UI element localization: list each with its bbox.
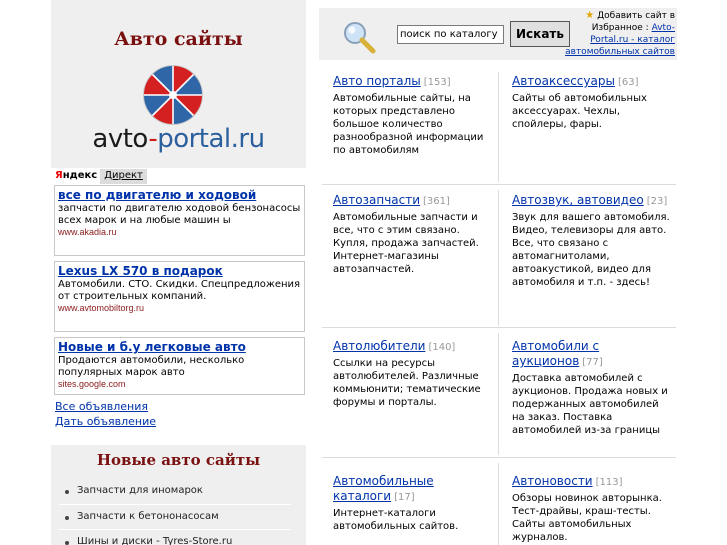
category-count: [23] <box>646 196 668 207</box>
ad-block: все по двигателю и ходовой запчасти по д… <box>54 185 305 256</box>
ad-text: запчасти по двигателю ходовой бензонасос… <box>58 203 301 226</box>
new-site-label: Запчасти для иномарок <box>77 485 203 496</box>
add-favorites-box: ★ Добавить сайт в Избранное : Avto-Porta… <box>560 10 675 58</box>
new-site-item[interactable]: Шины и диски - Tyres-Store.ru <box>59 529 291 545</box>
ad-tabs: Яндекс Директ <box>54 169 147 184</box>
magnifier-icon <box>344 22 376 54</box>
tab-yandex-letter: Я <box>55 170 63 181</box>
category-count: [361] <box>423 196 450 207</box>
category-count: [77] <box>582 357 603 368</box>
divider <box>498 190 499 326</box>
logo-text: avto-portal.ru <box>51 124 306 154</box>
category-count: [17] <box>394 492 415 503</box>
category-item: Автозвук, автовидео [23] Звук для вашего … <box>512 193 672 289</box>
divider <box>322 457 676 458</box>
category-item: Автоаксессуары [63] Сайты об автомобильны… <box>512 74 672 131</box>
category-description: Сайты об автомобильных аксессуарах. Чехл… <box>512 93 647 130</box>
category-count: [153] <box>423 77 451 88</box>
star-icon: ★ <box>585 10 595 21</box>
category-link[interactable]: Автоаксессуары <box>512 74 615 88</box>
site-title: Авто сайты <box>114 28 243 50</box>
category-count: [140] <box>428 342 456 353</box>
divider <box>498 72 499 182</box>
left-column: Авто сайты avto-portal.ru Яндекс Директ <box>51 0 306 545</box>
ad-text: Автомобили. СТО. Скидки. Спецпредложения… <box>58 279 301 302</box>
ad-block: Новые и б.у легковые авто Продаются авто… <box>54 337 305 395</box>
bullet-icon <box>65 516 69 520</box>
new-sites-title: Новые авто сайты <box>96 451 261 469</box>
divider <box>322 327 676 328</box>
new-sites-box: Новые авто сайты Запчасти для иномарок З… <box>51 445 306 545</box>
favorites-text-1: Добавить сайт в <box>597 11 675 21</box>
category-item: Автомобильные каталоги [17] Интернет-ката… <box>333 474 493 533</box>
ad-title-link[interactable]: Новые и б.у легковые авто <box>58 340 301 355</box>
new-site-label: Шины и диски - Tyres-Store.ru <box>77 536 233 545</box>
bullet-icon <box>65 490 69 494</box>
category-link[interactable]: Автомобильные каталоги <box>333 474 434 503</box>
divider <box>322 184 676 185</box>
all-ads-link[interactable]: Все объявления <box>55 400 148 413</box>
category-item: Автолюбители [140] Ссылки на ресурсы авто… <box>333 339 493 409</box>
category-item: Автозапчасти [361] Автомобильные запчасти… <box>333 193 493 276</box>
new-site-item[interactable]: Запчасти к бетононасосам <box>59 504 291 529</box>
site-header-box: Авто сайты avto-portal.ru <box>51 0 306 168</box>
category-link[interactable]: Автолюбители <box>333 339 425 353</box>
logo-text-dash: - <box>148 124 158 154</box>
category-description: Обзоры новинок авторынка. Тест-драйвы, к… <box>512 493 662 543</box>
category-link[interactable]: Авто порталы <box>333 74 421 88</box>
bullet-icon <box>65 541 69 545</box>
ad-block: Lexus LX 570 в подарок Автомобили. СТО. … <box>54 261 305 332</box>
new-site-label: Запчасти к бетононасосам <box>77 511 219 522</box>
category-description: Автомобильные запчасти и все, что с этим… <box>333 212 479 275</box>
ad-url[interactable]: www.akadia.ru <box>58 227 301 238</box>
category-item: Авто порталы [153] Автомобильные сайты, н… <box>333 74 493 157</box>
ad-url[interactable]: sites.google.com <box>58 379 301 390</box>
category-description: Интернет-каталоги автомобильных сайтов. <box>333 508 459 532</box>
logo-text-avto: avto <box>92 124 149 154</box>
ad-title-link[interactable]: Lexus LX 570 в подарок <box>58 264 301 279</box>
logo-wheel-icon <box>143 65 203 125</box>
category-description: Доставка автомобилей с аукционов. Продаж… <box>512 373 668 436</box>
search-bar: Искать ★ Добавить сайт в Избранное : Avt… <box>319 8 677 60</box>
category-count: [63] <box>617 77 639 88</box>
favorites-text-2: Избранное : <box>591 23 649 33</box>
new-site-item[interactable]: Запчасти для иномарок <box>59 479 291 504</box>
divider <box>498 333 499 455</box>
new-sites-list: Запчасти для иномарок Запчасти к бетонон… <box>59 479 291 545</box>
category-description: Ссылки на ресурсы автолюбителей. Различн… <box>333 358 481 408</box>
divider <box>498 463 499 545</box>
ad-text: Продаются автомобили, несколько популярн… <box>58 355 245 378</box>
category-link[interactable]: Автоновости <box>512 474 593 488</box>
tab-yandex[interactable]: Яндекс <box>54 169 100 184</box>
category-item: Автомобили с аукционов [77] Доставка авто… <box>512 339 672 437</box>
category-link[interactable]: Автозапчасти <box>333 193 420 207</box>
tab-direct[interactable]: Директ <box>100 169 147 184</box>
category-link[interactable]: Автозвук, автовидео <box>512 193 644 207</box>
category-description: Звук для вашего автомобиля. Видео, телев… <box>512 212 670 288</box>
give-ad-link[interactable]: Дать объявление <box>55 415 156 428</box>
category-item: Автоновости [113] Обзоры новинок авторынк… <box>512 474 672 544</box>
search-input[interactable] <box>397 25 504 44</box>
category-description: Автомобильные сайты, на которых представ… <box>333 93 484 156</box>
category-count: [113] <box>595 477 623 488</box>
ad-title-link[interactable]: все по двигателю и ходовой <box>58 188 301 203</box>
logo-text-portal: portal.ru <box>157 124 265 154</box>
tab-yandex-label: ндекс <box>62 170 98 181</box>
ad-url[interactable]: www.avtomobiltorg.ru <box>58 303 301 314</box>
